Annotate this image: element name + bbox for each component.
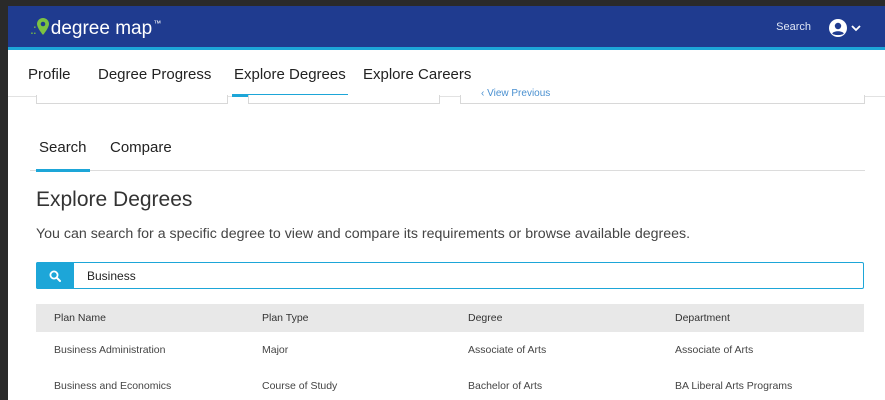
cell-plan-type: Course of Study (262, 380, 338, 392)
user-avatar-icon (829, 19, 847, 37)
trademark-mark: ™ (153, 19, 162, 28)
column-header-department[interactable]: Department (675, 304, 730, 332)
tab-search[interactable]: Search (36, 139, 90, 172)
cell-degree: Bachelor of Arts (468, 380, 543, 392)
nav-profile[interactable]: Profile (28, 66, 71, 83)
tab-compare[interactable]: Compare (110, 139, 172, 156)
degree-map-logo[interactable]: .: degree map ™ (30, 16, 161, 40)
page-title: Explore Degrees (36, 188, 193, 211)
column-header-plan-type[interactable]: Plan Type (262, 304, 309, 332)
cell-plan-name: Business and Economics (54, 380, 172, 392)
degree-search-box (36, 262, 864, 289)
header-search-link[interactable]: Search (776, 21, 811, 33)
logo-text: degree map (50, 18, 153, 39)
chevron-down-icon (851, 25, 861, 32)
logo-dots-icon: .: (30, 21, 37, 37)
user-menu-button[interactable] (829, 19, 861, 37)
search-input[interactable] (87, 269, 787, 283)
cell-plan-type: Major (262, 344, 289, 356)
main-nav: Profile Degree Progress Explore Degrees … (8, 53, 885, 97)
nav-degree-progress[interactable]: Degree Progress (98, 66, 211, 83)
map-pin-icon (36, 18, 49, 35)
search-icon (49, 270, 61, 282)
table-header: Plan Name Plan Type Degree Department (36, 304, 864, 332)
view-previous-link[interactable]: ‹ View Previous (481, 88, 550, 99)
page-description: You can search for a specific degree to … (36, 226, 691, 242)
degrees-table: Plan Name Plan Type Degree Department Bu… (36, 304, 864, 400)
cell-department: BA Liberal Arts Programs (675, 380, 793, 392)
cell-plan-name: Business Administration (54, 344, 166, 356)
top-bar: .: degree map ™ Search (8, 6, 885, 50)
nav-explore-degrees[interactable]: Explore Degrees (232, 66, 348, 97)
app-frame: .: degree map ™ Search Profile Degree Pr… (0, 0, 885, 400)
table-row[interactable]: Business and Economics Course of Study B… (36, 368, 864, 400)
nav-explore-careers[interactable]: Explore Careers (363, 66, 471, 83)
search-button[interactable] (36, 262, 74, 289)
partial-select-1[interactable] (36, 95, 228, 104)
table-row[interactable]: Business Administration Major Associate … (36, 332, 864, 368)
sub-tabs: Search Compare (30, 121, 865, 172)
column-header-plan-name[interactable]: Plan Name (54, 304, 106, 332)
partial-panel: ‹ View Previous (460, 88, 865, 104)
partial-select-2[interactable] (248, 95, 440, 104)
cell-degree: Associate of Arts (468, 344, 547, 356)
column-header-degree[interactable]: Degree (468, 304, 502, 332)
cell-department: Associate of Arts (675, 344, 754, 356)
